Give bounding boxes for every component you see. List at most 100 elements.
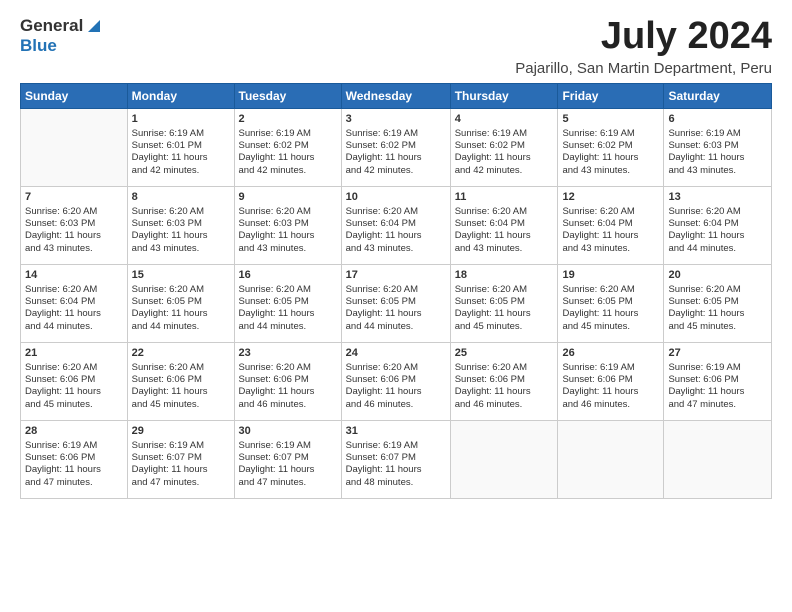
day-cell: 16Sunrise: 6:20 AM Sunset: 6:05 PM Dayli… (234, 264, 341, 342)
logo-icon (84, 16, 102, 34)
page: General Blue July 2024 Pajarillo, San Ma… (0, 0, 792, 612)
day-info: Sunrise: 6:20 AM Sunset: 6:05 PM Dayligh… (668, 284, 767, 333)
day-info: Sunrise: 6:19 AM Sunset: 6:02 PM Dayligh… (562, 128, 659, 177)
day-cell: 21Sunrise: 6:20 AM Sunset: 6:06 PM Dayli… (21, 342, 128, 420)
day-cell: 20Sunrise: 6:20 AM Sunset: 6:05 PM Dayli… (664, 264, 772, 342)
day-number: 21 (25, 346, 123, 361)
day-number: 24 (346, 346, 446, 361)
day-cell: 2Sunrise: 6:19 AM Sunset: 6:02 PM Daylig… (234, 108, 341, 186)
day-number: 29 (132, 424, 230, 439)
day-info: Sunrise: 6:20 AM Sunset: 6:06 PM Dayligh… (25, 362, 123, 411)
day-info: Sunrise: 6:20 AM Sunset: 6:03 PM Dayligh… (25, 206, 123, 255)
day-info: Sunrise: 6:19 AM Sunset: 6:06 PM Dayligh… (668, 362, 767, 411)
day-number: 30 (239, 424, 337, 439)
day-info: Sunrise: 6:19 AM Sunset: 6:02 PM Dayligh… (239, 128, 337, 177)
day-info: Sunrise: 6:20 AM Sunset: 6:05 PM Dayligh… (562, 284, 659, 333)
day-info: Sunrise: 6:20 AM Sunset: 6:06 PM Dayligh… (239, 362, 337, 411)
day-info: Sunrise: 6:20 AM Sunset: 6:03 PM Dayligh… (239, 206, 337, 255)
week-row-3: 14Sunrise: 6:20 AM Sunset: 6:04 PM Dayli… (21, 264, 772, 342)
day-info: Sunrise: 6:20 AM Sunset: 6:05 PM Dayligh… (239, 284, 337, 333)
day-cell: 18Sunrise: 6:20 AM Sunset: 6:05 PM Dayli… (450, 264, 558, 342)
weekday-header-monday: Monday (127, 83, 234, 108)
day-cell (450, 420, 558, 498)
day-info: Sunrise: 6:19 AM Sunset: 6:02 PM Dayligh… (455, 128, 554, 177)
weekday-header-row: SundayMondayTuesdayWednesdayThursdayFrid… (21, 83, 772, 108)
day-cell: 4Sunrise: 6:19 AM Sunset: 6:02 PM Daylig… (450, 108, 558, 186)
day-info: Sunrise: 6:20 AM Sunset: 6:03 PM Dayligh… (132, 206, 230, 255)
logo-general: General (20, 16, 83, 36)
day-number: 26 (562, 346, 659, 361)
day-number: 31 (346, 424, 446, 439)
day-cell: 24Sunrise: 6:20 AM Sunset: 6:06 PM Dayli… (341, 342, 450, 420)
weekday-header-friday: Friday (558, 83, 664, 108)
day-number: 16 (239, 268, 337, 283)
day-cell: 25Sunrise: 6:20 AM Sunset: 6:06 PM Dayli… (450, 342, 558, 420)
day-cell: 30Sunrise: 6:19 AM Sunset: 6:07 PM Dayli… (234, 420, 341, 498)
day-number: 19 (562, 268, 659, 283)
day-info: Sunrise: 6:20 AM Sunset: 6:04 PM Dayligh… (455, 206, 554, 255)
day-info: Sunrise: 6:20 AM Sunset: 6:06 PM Dayligh… (455, 362, 554, 411)
day-number: 25 (455, 346, 554, 361)
day-cell: 9Sunrise: 6:20 AM Sunset: 6:03 PM Daylig… (234, 186, 341, 264)
day-cell: 27Sunrise: 6:19 AM Sunset: 6:06 PM Dayli… (664, 342, 772, 420)
day-cell: 7Sunrise: 6:20 AM Sunset: 6:03 PM Daylig… (21, 186, 128, 264)
week-row-4: 21Sunrise: 6:20 AM Sunset: 6:06 PM Dayli… (21, 342, 772, 420)
day-info: Sunrise: 6:19 AM Sunset: 6:07 PM Dayligh… (239, 440, 337, 489)
day-number: 15 (132, 268, 230, 283)
day-cell (21, 108, 128, 186)
weekday-header-saturday: Saturday (664, 83, 772, 108)
day-info: Sunrise: 6:20 AM Sunset: 6:04 PM Dayligh… (346, 206, 446, 255)
day-info: Sunrise: 6:19 AM Sunset: 6:07 PM Dayligh… (132, 440, 230, 489)
day-cell: 29Sunrise: 6:19 AM Sunset: 6:07 PM Dayli… (127, 420, 234, 498)
week-row-2: 7Sunrise: 6:20 AM Sunset: 6:03 PM Daylig… (21, 186, 772, 264)
day-number: 17 (346, 268, 446, 283)
day-cell: 3Sunrise: 6:19 AM Sunset: 6:02 PM Daylig… (341, 108, 450, 186)
day-cell: 12Sunrise: 6:20 AM Sunset: 6:04 PM Dayli… (558, 186, 664, 264)
day-cell: 17Sunrise: 6:20 AM Sunset: 6:05 PM Dayli… (341, 264, 450, 342)
day-info: Sunrise: 6:20 AM Sunset: 6:04 PM Dayligh… (562, 206, 659, 255)
day-cell: 10Sunrise: 6:20 AM Sunset: 6:04 PM Dayli… (341, 186, 450, 264)
day-cell (558, 420, 664, 498)
day-number: 18 (455, 268, 554, 283)
day-cell: 5Sunrise: 6:19 AM Sunset: 6:02 PM Daylig… (558, 108, 664, 186)
day-cell: 11Sunrise: 6:20 AM Sunset: 6:04 PM Dayli… (450, 186, 558, 264)
day-info: Sunrise: 6:20 AM Sunset: 6:06 PM Dayligh… (346, 362, 446, 411)
day-cell: 23Sunrise: 6:20 AM Sunset: 6:06 PM Dayli… (234, 342, 341, 420)
day-cell: 22Sunrise: 6:20 AM Sunset: 6:06 PM Dayli… (127, 342, 234, 420)
day-cell: 26Sunrise: 6:19 AM Sunset: 6:06 PM Dayli… (558, 342, 664, 420)
day-info: Sunrise: 6:19 AM Sunset: 6:07 PM Dayligh… (346, 440, 446, 489)
day-info: Sunrise: 6:20 AM Sunset: 6:05 PM Dayligh… (132, 284, 230, 333)
day-cell: 15Sunrise: 6:20 AM Sunset: 6:05 PM Dayli… (127, 264, 234, 342)
day-info: Sunrise: 6:20 AM Sunset: 6:05 PM Dayligh… (455, 284, 554, 333)
day-number: 28 (25, 424, 123, 439)
logo: General Blue (20, 16, 102, 56)
week-row-1: 1Sunrise: 6:19 AM Sunset: 6:01 PM Daylig… (21, 108, 772, 186)
weekday-header-wednesday: Wednesday (341, 83, 450, 108)
day-number: 8 (132, 190, 230, 205)
day-info: Sunrise: 6:20 AM Sunset: 6:04 PM Dayligh… (25, 284, 123, 333)
header: General Blue July 2024 Pajarillo, San Ma… (20, 16, 772, 77)
day-info: Sunrise: 6:20 AM Sunset: 6:05 PM Dayligh… (346, 284, 446, 333)
day-number: 2 (239, 112, 337, 127)
day-cell: 31Sunrise: 6:19 AM Sunset: 6:07 PM Dayli… (341, 420, 450, 498)
day-number: 23 (239, 346, 337, 361)
day-number: 20 (668, 268, 767, 283)
day-number: 13 (668, 190, 767, 205)
day-info: Sunrise: 6:19 AM Sunset: 6:03 PM Dayligh… (668, 128, 767, 177)
day-number: 14 (25, 268, 123, 283)
day-number: 10 (346, 190, 446, 205)
day-cell (664, 420, 772, 498)
day-info: Sunrise: 6:19 AM Sunset: 6:06 PM Dayligh… (562, 362, 659, 411)
day-cell: 6Sunrise: 6:19 AM Sunset: 6:03 PM Daylig… (664, 108, 772, 186)
logo-blue: Blue (20, 36, 57, 56)
day-number: 4 (455, 112, 554, 127)
day-info: Sunrise: 6:19 AM Sunset: 6:02 PM Dayligh… (346, 128, 446, 177)
title-block: July 2024 Pajarillo, San Martin Departme… (515, 16, 772, 77)
calendar-table: SundayMondayTuesdayWednesdayThursdayFrid… (20, 83, 772, 499)
location-title: Pajarillo, San Martin Department, Peru (515, 60, 772, 77)
month-title: July 2024 (515, 16, 772, 58)
day-number: 1 (132, 112, 230, 127)
day-cell: 14Sunrise: 6:20 AM Sunset: 6:04 PM Dayli… (21, 264, 128, 342)
day-number: 12 (562, 190, 659, 205)
day-cell: 28Sunrise: 6:19 AM Sunset: 6:06 PM Dayli… (21, 420, 128, 498)
